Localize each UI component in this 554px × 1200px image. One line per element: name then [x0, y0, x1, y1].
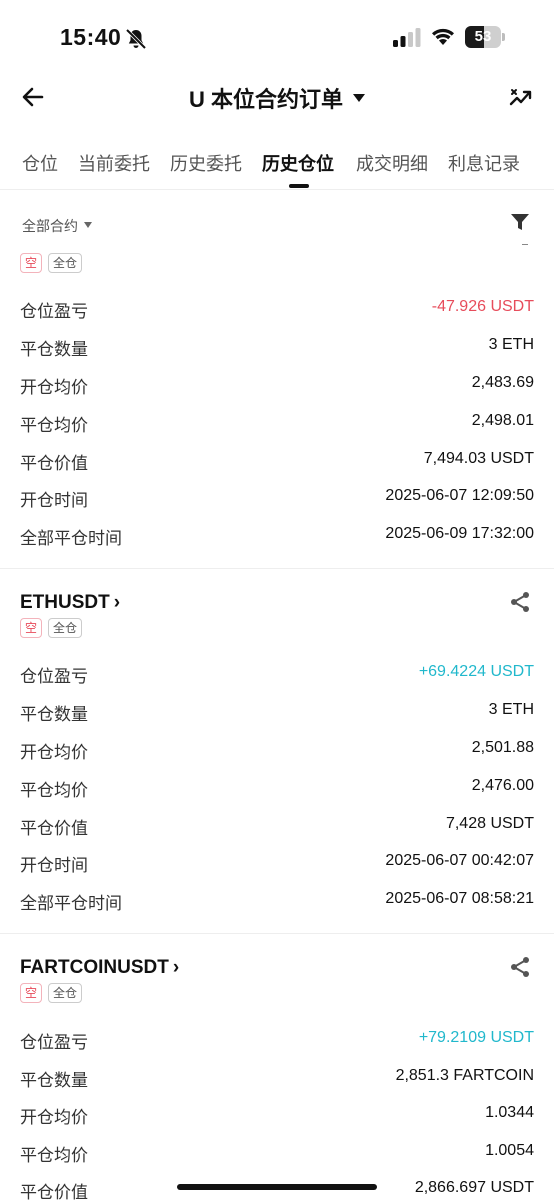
- close-time-value: 2025-06-07 08:58:21: [385, 890, 534, 907]
- pair-title[interactable]: ETHUSDT ›: [20, 592, 120, 614]
- status-time: 15:40: [60, 24, 122, 50]
- open-avg-value: 2,483.69: [471, 374, 534, 391]
- pnl-label: 仓位盈亏: [20, 302, 88, 321]
- pnl-label: 仓位盈亏: [20, 667, 88, 686]
- side-tag: 空: [20, 253, 43, 273]
- pnl-value: +69.4224 USDT: [418, 663, 534, 680]
- tab-interest-records[interactable]: 利息记录: [448, 150, 520, 176]
- open-avg-label: 开仓均价: [20, 1108, 88, 1127]
- open-avg-label: 开仓均价: [20, 743, 88, 762]
- tab-order-history[interactable]: 历史委托: [170, 150, 242, 176]
- pnl-label: 仓位盈亏: [20, 1033, 88, 1052]
- bell-slash-icon: [125, 28, 147, 50]
- top-nav: U 本位合约订单: [0, 76, 554, 122]
- caret-down-icon: [353, 94, 365, 103]
- signal-icon: [393, 28, 421, 47]
- home-indicator[interactable]: [177, 1184, 377, 1190]
- battery-text: 53: [474, 28, 492, 45]
- open-avg-value: 1.0344: [485, 1104, 534, 1121]
- close-qty-label: 平仓数量: [20, 705, 88, 724]
- open-avg-value: 2,501.88: [471, 739, 534, 756]
- share-icon[interactable]: [508, 590, 532, 614]
- active-tab-indicator: [289, 184, 309, 188]
- pnl-value: -47.926 USDT: [431, 298, 534, 315]
- caret-down-icon: [84, 222, 92, 229]
- pair-symbol: FARTCOINUSDT: [20, 957, 169, 978]
- tab-trade-history[interactable]: 成交明细: [356, 150, 428, 176]
- battery-icon: 53: [465, 26, 505, 48]
- funnel-icon[interactable]: [510, 212, 530, 232]
- margin-mode-tag: 全仓: [48, 983, 83, 1003]
- close-value-label: 平仓价值: [20, 454, 88, 473]
- close-time-value: 2025-06-09 17:32:00: [385, 525, 534, 542]
- filter-row: 全部合约: [0, 208, 554, 248]
- close-qty-label: 平仓数量: [20, 1071, 88, 1090]
- close-qty-value: 3 ETH: [488, 336, 534, 353]
- wifi-icon: [432, 28, 454, 45]
- close-avg-label: 平仓均价: [20, 416, 88, 435]
- close-avg-label: 平仓均价: [20, 781, 88, 800]
- open-time-value: 2025-06-07 12:09:50: [385, 487, 534, 504]
- contract-filter[interactable]: 全部合约: [22, 216, 92, 236]
- card-divider: [0, 933, 554, 934]
- close-value-value: 2,866.697 USDT: [414, 1179, 534, 1196]
- open-time-label: 开仓时间: [20, 856, 88, 875]
- status-bar: 15:40 53: [0, 0, 554, 76]
- close-value-label: 平仓价值: [20, 819, 88, 838]
- share-icon[interactable]: [508, 955, 532, 979]
- close-avg-value: 1.0054: [485, 1142, 534, 1159]
- margin-mode-tag: 全仓: [48, 253, 83, 273]
- contract-filter-label: 全部合约: [22, 218, 78, 234]
- tab-bar: 仓位 当前委托 历史委托 历史仓位 成交明细 利息记录: [0, 146, 554, 190]
- close-avg-value: 2,476.00: [471, 777, 534, 794]
- close-value-value: 7,428 USDT: [445, 815, 534, 832]
- pnl-value: +79.2109 USDT: [418, 1029, 534, 1046]
- tab-positions[interactable]: 仓位: [22, 150, 58, 176]
- close-avg-value: 2,498.01: [471, 412, 534, 429]
- close-qty-value: 3 ETH: [488, 701, 534, 718]
- tab-position-history[interactable]: 历史仓位: [262, 150, 334, 176]
- side-tag: 空: [20, 983, 43, 1003]
- chart-share-icon[interactable]: [508, 84, 534, 110]
- close-value-label: 平仓价值: [20, 1183, 88, 1200]
- card-divider: [0, 568, 554, 569]
- chevron-right-icon: ›: [113, 592, 121, 613]
- close-time-label: 全部平仓时间: [20, 894, 122, 913]
- page-title[interactable]: U 本位合约订单: [0, 82, 554, 114]
- close-value-value: 7,494.03 USDT: [423, 450, 534, 467]
- pair-title[interactable]: FARTCOINUSDT ›: [20, 957, 179, 979]
- pair-symbol: ETHUSDT: [20, 592, 110, 613]
- close-qty-label: 平仓数量: [20, 340, 88, 359]
- close-qty-value: 2,851.3 FARTCOIN: [395, 1067, 534, 1084]
- side-tag: 空: [20, 618, 43, 638]
- close-avg-label: 平仓均价: [20, 1146, 88, 1165]
- divider-mark: [522, 244, 528, 245]
- close-time-label: 全部平仓时间: [20, 529, 122, 548]
- open-avg-label: 开仓均价: [20, 378, 88, 397]
- margin-mode-tag: 全仓: [48, 618, 83, 638]
- tab-open-orders[interactable]: 当前委托: [78, 150, 150, 176]
- page-title-text: U 本位合约订单: [188, 87, 343, 112]
- open-time-label: 开仓时间: [20, 491, 88, 510]
- open-time-value: 2025-06-07 00:42:07: [385, 852, 534, 869]
- chevron-right-icon: ›: [172, 957, 180, 978]
